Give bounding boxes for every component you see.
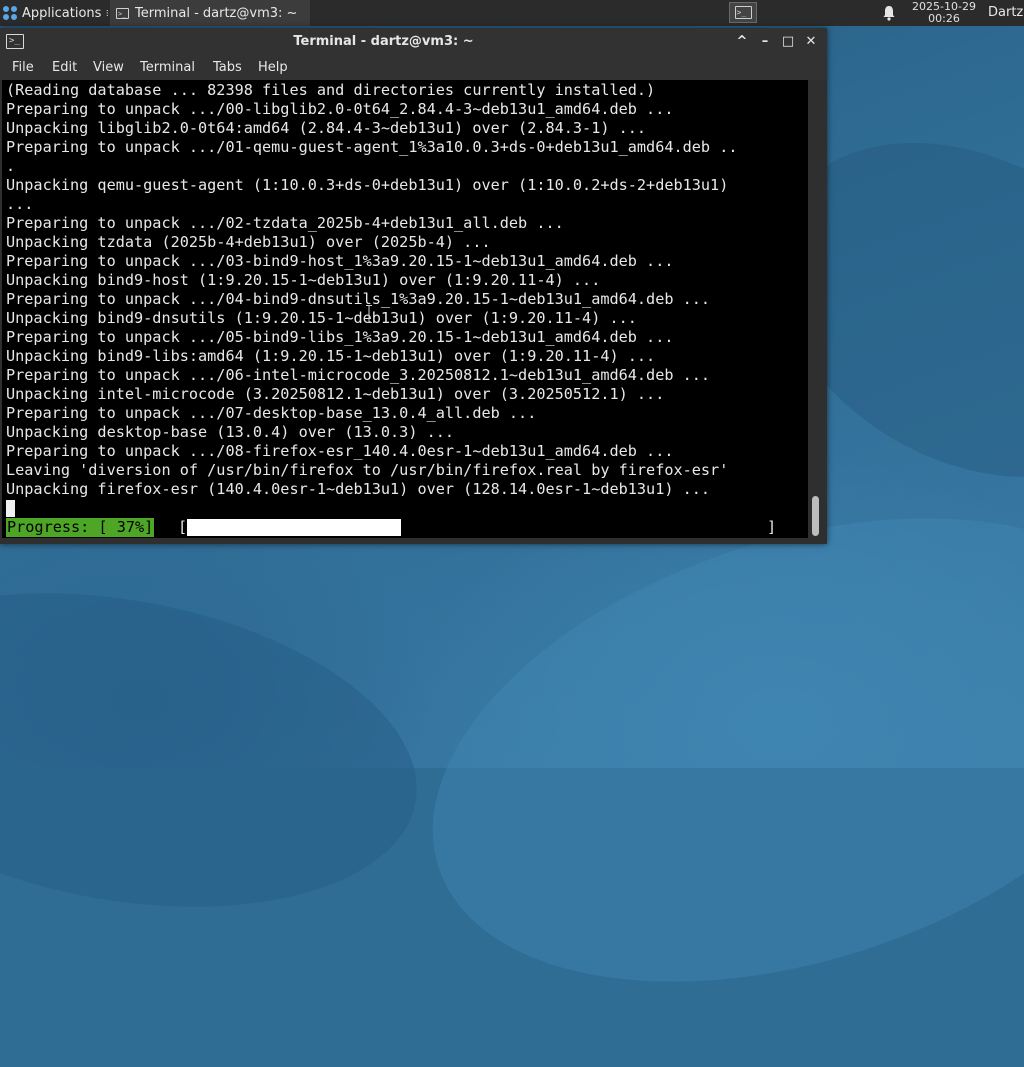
menu-terminal[interactable]: Terminal <box>140 56 195 80</box>
applications-menu-icon <box>3 5 18 21</box>
terminal-line: Unpacking desktop-base (13.0.4) over (13… <box>6 423 455 441</box>
terminal-line: . <box>6 157 16 175</box>
terminal-window: >_ Terminal - dartz@vm3: ~ ^ – □ ✕ File … <box>0 28 827 544</box>
menu-file[interactable]: File <box>12 56 34 80</box>
top-panel: Applications ≡ >_ Terminal - dartz@vm3: … <box>0 0 1024 26</box>
window-title: Terminal - dartz@vm3: ~ <box>293 34 474 49</box>
taskbar-terminal-button[interactable]: >_ Terminal - dartz@vm3: ~ <box>110 0 310 26</box>
terminal-line: (Reading database ... 82398 files and di… <box>6 81 656 99</box>
terminal-line: Preparing to unpack .../05-bind9-libs_1%… <box>6 328 674 346</box>
terminal-line: Unpacking intel-microcode (3.20250812.1~… <box>6 385 665 403</box>
terminal-line: Unpacking libglib2.0-0t64:amd64 (2.84.4-… <box>6 119 647 137</box>
terminal-icon: >_ <box>116 7 129 19</box>
applications-menu-button[interactable]: Applications ≡ <box>0 0 108 26</box>
terminal-line: Preparing to unpack .../08-firefox-esr_1… <box>6 442 674 460</box>
window-titlebar[interactable]: >_ Terminal - dartz@vm3: ~ ^ – □ ✕ <box>0 28 827 56</box>
terminal-line: Unpacking qemu-guest-agent (1:10.0.3+ds-… <box>6 176 729 194</box>
bell-icon[interactable] <box>882 5 896 21</box>
terminal-line: Preparing to unpack .../01-qemu-guest-ag… <box>6 138 738 156</box>
scrollbar-thumb[interactable] <box>812 496 819 536</box>
text-cursor <box>6 500 15 517</box>
clock-time: 00:26 <box>928 12 960 25</box>
progress-label: Progress: [ 37%] <box>6 518 155 537</box>
progress-bracket-close: ] <box>767 518 777 536</box>
panel-clock[interactable]: 2025-10-29 00:26 <box>906 1 982 25</box>
separator-glyph: ≡ <box>105 6 108 21</box>
minimize-button[interactable]: – <box>757 34 773 50</box>
progress-row: Progress: [ 37%] [ ] <box>6 518 806 537</box>
terminal-line: Unpacking bind9-libs:amd64 (1:9.20.15-1~… <box>6 347 656 365</box>
terminal-line: ... <box>6 195 34 213</box>
menu-tabs[interactable]: Tabs <box>213 56 242 80</box>
terminal-line: Unpacking firefox-esr (140.4.0esr-1~deb1… <box>6 480 711 498</box>
maximize-button[interactable]: □ <box>780 34 796 50</box>
terminal-scrollbar[interactable] <box>808 80 827 538</box>
terminal-line: Preparing to unpack .../06-intel-microco… <box>6 366 711 384</box>
shade-button[interactable]: ^ <box>734 34 750 50</box>
tray-terminal-launcher[interactable]: >_ <box>729 2 757 23</box>
menu-bar: File Edit View Terminal Tabs Help <box>0 56 827 80</box>
terminal-line: Leaving 'diversion of /usr/bin/firefox t… <box>6 461 729 479</box>
terminal-line: Preparing to unpack .../07-desktop-base_… <box>6 404 537 422</box>
user-menu-button[interactable]: Dartz <box>988 0 1023 26</box>
terminal-line: Preparing to unpack .../02-tzdata_2025b-… <box>6 214 564 232</box>
taskbar-terminal-label: Terminal - dartz@vm3: ~ <box>135 5 298 21</box>
terminal-line: Unpacking tzdata (2025b-4+deb13u1) over … <box>6 233 491 251</box>
terminal-line: Unpacking bind9-host (1:9.20.15-1~deb13u… <box>6 271 601 289</box>
ibeam-cursor-icon <box>366 305 372 323</box>
menu-view[interactable]: View <box>93 56 124 80</box>
applications-label: Applications <box>22 5 102 21</box>
wallpaper-wave <box>0 550 442 950</box>
terminal-text: (Reading database ... 82398 files and di… <box>6 81 738 499</box>
terminal-line: Preparing to unpack .../03-bind9-host_1%… <box>6 252 674 270</box>
terminal-icon: >_ <box>734 6 752 19</box>
menu-edit[interactable]: Edit <box>52 56 77 80</box>
terminal-line: Preparing to unpack .../00-libglib2.0-0t… <box>6 100 674 118</box>
close-button[interactable]: ✕ <box>803 34 819 50</box>
menu-help[interactable]: Help <box>258 56 288 80</box>
terminal-output[interactable]: (Reading database ... 82398 files and di… <box>2 80 808 538</box>
progress-bracket-open: [ <box>178 518 188 536</box>
progress-bar <box>187 519 765 536</box>
progress-bar-fill <box>187 519 401 536</box>
